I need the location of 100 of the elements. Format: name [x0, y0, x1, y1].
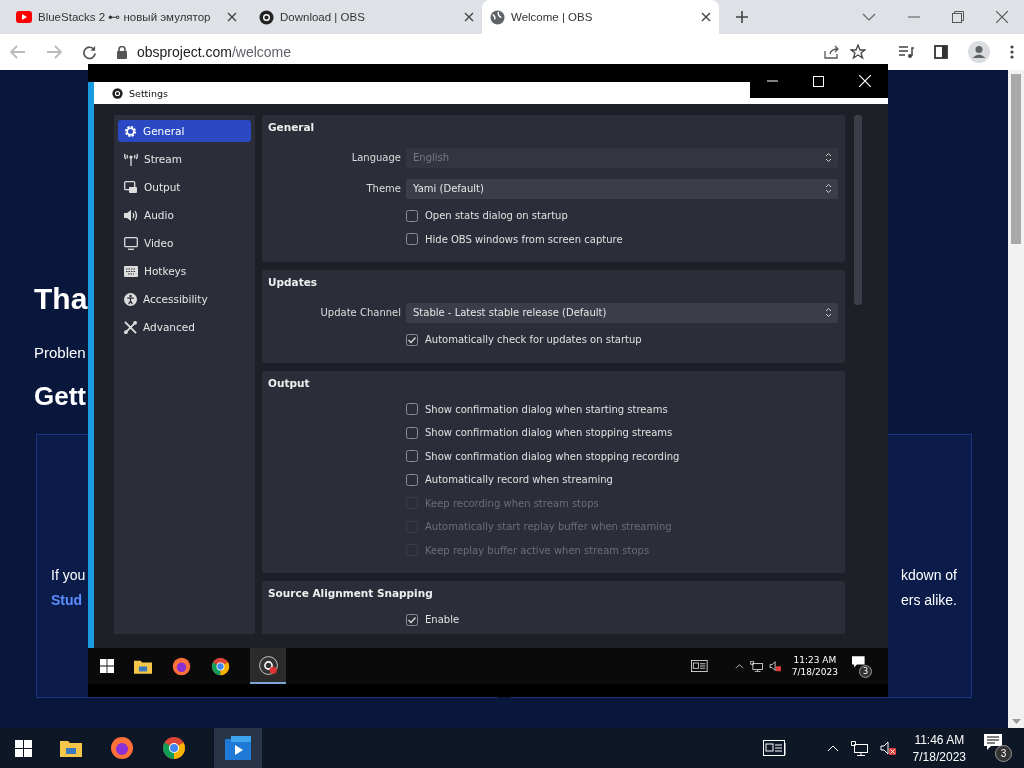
side-panel-icon[interactable] — [934, 45, 948, 59]
reload-icon[interactable] — [82, 44, 97, 60]
checkbox-option[interactable]: Automatically record when streaming — [406, 473, 613, 486]
scroll-thumb[interactable] — [854, 115, 862, 305]
section-title: Output — [268, 376, 311, 391]
sidebar-item[interactable]: Audio — [118, 204, 251, 226]
checkbox-option[interactable]: Open stats dialog on startup — [406, 209, 568, 222]
network-icon[interactable] — [749, 660, 763, 672]
sidebar-item[interactable]: Advanced — [118, 316, 251, 338]
clock-time: 11:46 AM — [914, 732, 965, 747]
card-link[interactable]: Stud — [51, 592, 83, 608]
news-icon[interactable] — [690, 660, 709, 672]
media-list-icon[interactable] — [898, 45, 914, 59]
folder-icon[interactable] — [134, 658, 152, 674]
page-heading: Tha — [34, 282, 88, 317]
section-title: Updates — [268, 276, 319, 290]
tools-icon — [124, 320, 137, 334]
section-title: General — [268, 121, 316, 135]
restore-icon[interactable] — [952, 11, 964, 23]
checkbox-option[interactable]: Show confirmation dialog when stopping recording — [406, 450, 680, 463]
browser-tab[interactable]: BlueStacks 2 ⊷ новый эмулятор — [8, 0, 245, 34]
checkbox[interactable] — [406, 233, 418, 246]
card-text: If you — [51, 567, 86, 583]
share-icon[interactable] — [824, 45, 840, 59]
notification-count: 3 — [859, 665, 872, 678]
checkbox[interactable] — [406, 209, 418, 222]
sidebar-item[interactable]: General — [118, 120, 251, 142]
checkbox-option[interactable]: Hide OBS windows from screen capture — [406, 233, 623, 246]
checkbox-option[interactable]: Show confirmation dialog when starting streams — [406, 403, 668, 416]
keyboard-icon — [124, 265, 138, 277]
sidebar-item[interactable]: Output — [118, 176, 251, 198]
output-icon — [124, 180, 138, 194]
checkbox[interactable] — [406, 333, 418, 346]
checkbox-option[interactable]: Enable — [406, 613, 460, 626]
accessibility-icon — [124, 292, 137, 306]
chevron-up-icon[interactable] — [734, 663, 744, 669]
dropdown[interactable]: Stable - Latest stable release (Default) — [406, 302, 838, 323]
window-title: Settings — [129, 87, 168, 99]
sidebar-item[interactable]: Stream — [118, 148, 251, 170]
updown-icon — [825, 152, 832, 163]
obs-logo-icon — [112, 87, 123, 99]
clock-time: 11:23 AM — [793, 655, 837, 665]
checkbox-option[interactable]: Show confirmation dialog when stopping streams — [406, 426, 673, 439]
lock-icon — [117, 45, 127, 59]
clock-date: 7/18/2023 — [912, 749, 966, 764]
muted-speaker-icon[interactable] — [879, 740, 897, 756]
updown-icon — [825, 183, 832, 194]
taskbar-app[interactable] — [214, 728, 262, 768]
field-label: Language — [350, 152, 401, 163]
sidebar-item[interactable]: Video — [118, 232, 251, 254]
section-title: Source Alignment Snapping — [268, 587, 434, 601]
taskbar-app[interactable] — [250, 648, 286, 684]
notification-count: 3 — [995, 745, 1012, 762]
dropdown[interactable]: Yami (Default) — [406, 178, 838, 199]
network-icon[interactable] — [850, 740, 868, 756]
play-icon — [16, 11, 32, 23]
chevron-up-icon[interactable] — [826, 744, 839, 752]
obs-logo-icon — [258, 655, 278, 675]
speaker-icon — [124, 208, 138, 222]
scroll-thumb[interactable] — [1011, 74, 1021, 244]
chevron-down-icon[interactable] — [862, 13, 876, 21]
sidebar-item[interactable]: Accessibility — [118, 288, 251, 310]
checkbox[interactable] — [406, 473, 418, 486]
page-text: Problen — [34, 344, 86, 361]
chrome-icon[interactable] — [162, 736, 186, 760]
muted-speaker-icon[interactable] — [768, 660, 782, 672]
updown-icon — [825, 307, 832, 318]
checkbox[interactable] — [406, 426, 418, 439]
monitor-icon — [124, 236, 138, 250]
card-text: ers alike. — [900, 592, 957, 608]
profile-icon[interactable] — [968, 41, 990, 63]
close-icon[interactable] — [701, 12, 711, 22]
windows-start-icon[interactable] — [15, 739, 32, 757]
menu-icon[interactable] — [1010, 45, 1014, 59]
star-icon[interactable] — [850, 44, 866, 60]
folder-icon[interactable] — [60, 739, 82, 757]
page-subheading: Gett — [34, 381, 86, 412]
antenna-icon — [124, 152, 138, 166]
windows-start-icon[interactable] — [100, 659, 114, 673]
scrollbar[interactable] — [1008, 70, 1024, 728]
news-icon[interactable] — [762, 740, 787, 756]
play-window-icon — [225, 736, 251, 760]
sidebar-item[interactable]: Hotkeys — [118, 260, 251, 282]
maximize-icon[interactable] — [813, 75, 824, 87]
field-label: Update Channel — [319, 307, 401, 318]
field-label: Theme — [365, 183, 401, 194]
close-icon[interactable] — [464, 12, 474, 22]
checkbox-option[interactable]: Automatically check for updates on startup — [406, 333, 642, 346]
settings-icon — [124, 124, 137, 138]
chrome-icon[interactable] — [211, 656, 230, 676]
card-text: kdown of — [900, 567, 957, 583]
clock-date: 7/18/2023 — [791, 667, 838, 677]
checkbox[interactable] — [406, 450, 418, 463]
new-tab-icon[interactable] — [735, 10, 749, 24]
browser-tab[interactable]: Welcome | OBS — [482, 0, 719, 34]
close-icon[interactable] — [227, 12, 237, 22]
browser-tab[interactable]: Download | OBS — [245, 0, 482, 34]
notifications-icon[interactable] — [852, 656, 866, 669]
checkbox[interactable] — [406, 613, 418, 626]
checkbox[interactable] — [406, 403, 418, 416]
